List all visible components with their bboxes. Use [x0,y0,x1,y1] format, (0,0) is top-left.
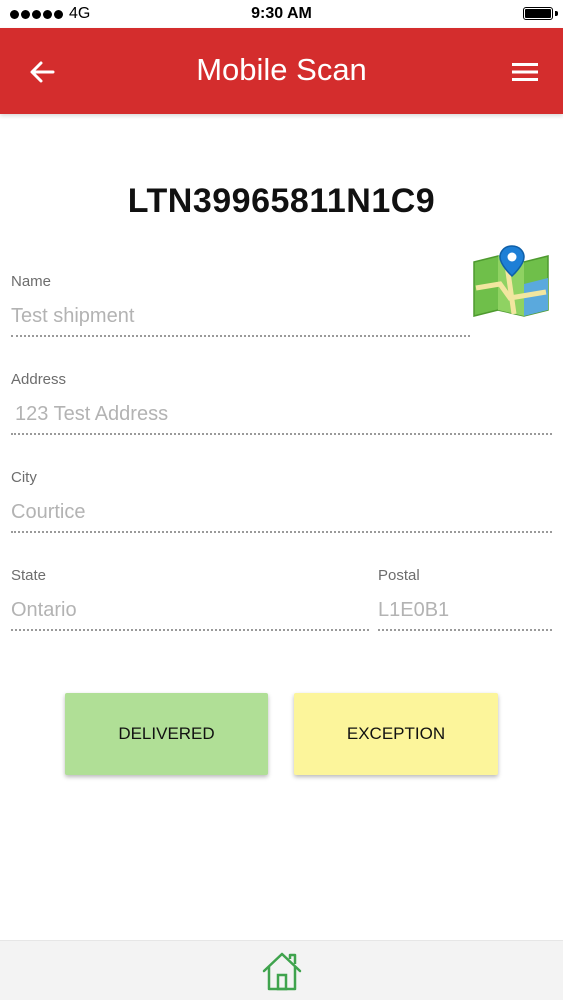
name-label: Name [11,273,52,290]
home-button[interactable] [260,949,304,993]
city-input[interactable]: Courtice [11,501,552,527]
page-title: Mobile Scan [196,52,367,87]
city-underline [11,531,552,533]
map-pin-icon [473,245,549,317]
state-underline [11,629,369,631]
address-input[interactable]: 123 Test Address [11,403,556,429]
delivered-button[interactable]: DELIVERED [65,693,268,775]
state-field: State Ontario [11,567,369,631]
status-time: 9:30 AM [251,5,312,22]
postal-input[interactable]: L1E0B1 [378,599,552,625]
status-bar: 4G 9:30 AM [0,0,563,28]
name-field: Name Test shipment [11,273,470,337]
battery-tip [555,11,558,16]
postal-underline [378,629,552,631]
app-bar: Mobile Scan [0,28,563,114]
map-button[interactable] [470,244,552,320]
postal-field: Postal L1E0B1 [378,567,552,631]
home-icon [262,952,302,991]
state-label: State [11,567,47,584]
name-input[interactable]: Test shipment [11,305,470,331]
city-label: City [11,469,37,486]
postal-label: Postal [378,567,420,584]
address-underline [11,433,552,435]
tracking-number: LTN39965811N1C9 [127,182,436,220]
exception-button[interactable]: EXCEPTION [294,693,498,775]
address-field: Address 123 Test Address [11,371,552,435]
address-label: Address [11,371,67,388]
hamburger-menu-icon [512,63,538,81]
name-underline [11,335,470,337]
mobile-scan-screen: 4G 9:30 AM Mobile Scan LTN39965811N1C9 N… [0,0,563,1000]
bottom-bar [0,940,563,1000]
battery-icon [523,7,553,20]
city-field: City Courtice [11,469,552,533]
menu-button[interactable] [505,52,545,92]
state-input[interactable]: Ontario [11,599,369,625]
